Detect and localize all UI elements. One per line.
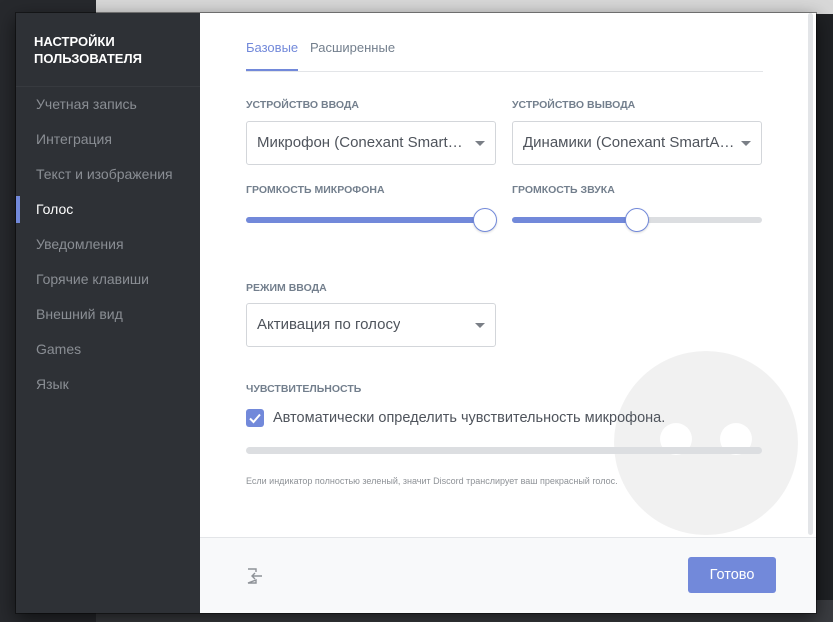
active-tab-indicator [246, 69, 298, 71]
sidebar-item-label: Текст и изображения [36, 166, 173, 182]
sound-volume-label: Громкость звука [512, 184, 615, 196]
auto-sensitivity-checkbox[interactable] [246, 409, 264, 427]
input-mode-value: Активация по голосу [257, 316, 401, 333]
logout-icon[interactable] [246, 567, 264, 585]
discord-watermark-icon [614, 351, 798, 535]
sidebar-item-label: Язык [36, 376, 69, 392]
user-settings-modal: Настройки пользователя Учетная запись Ин… [16, 13, 816, 613]
chevron-down-icon [475, 141, 485, 146]
chevron-down-icon [475, 323, 485, 328]
sidebar-item-label: Голос [36, 201, 74, 217]
sidebar-item-label: Учетная запись [36, 96, 137, 112]
mic-volume-slider[interactable] [246, 208, 497, 232]
sidebar-item-connections[interactable]: Интеграция [16, 122, 200, 157]
mic-volume-fill [246, 217, 485, 223]
tab-advanced[interactable]: Расширенные [310, 40, 395, 55]
tab-basic[interactable]: Базовые [246, 40, 298, 55]
sound-volume-slider[interactable] [512, 208, 762, 232]
sidebar-title: Настройки пользователя [34, 34, 142, 66]
sound-volume-handle[interactable] [625, 208, 649, 232]
settings-content: Базовые Расширенные Устройство ввода Мик… [200, 13, 816, 613]
voice-tabs: Базовые Расширенные [246, 13, 763, 72]
voice-activity-meter [246, 447, 762, 454]
scrollbar[interactable] [808, 13, 813, 535]
background-app-header [96, 0, 833, 14]
chevron-down-icon [741, 141, 751, 146]
settings-footer: Готово [200, 537, 816, 613]
sidebar-item-label: Games [36, 341, 82, 357]
output-device-select[interactable]: Динамики (Conexant SmartA… [512, 121, 762, 165]
sidebar-item-appearance[interactable]: Внешний вид [16, 297, 200, 332]
sidebar-item-label: Уведомления [36, 236, 124, 252]
sidebar-item-text-images[interactable]: Текст и изображения [16, 157, 200, 192]
checkmark-icon [249, 413, 261, 424]
input-device-value: Микрофон (Conexant Smart… [257, 134, 463, 151]
input-mode-label: Режим ввода [246, 282, 327, 294]
input-device-select[interactable]: Микрофон (Conexant Smart… [246, 121, 496, 165]
auto-sensitivity-label: Автоматически определить чувствительност… [273, 410, 666, 426]
sensitivity-hint: Если индикатор полностью зеленый, значит… [246, 476, 618, 486]
output-device-label: Устройство вывода [512, 99, 636, 111]
sensitivity-label: Чувствительность [246, 383, 362, 395]
sidebar-item-account[interactable]: Учетная запись [16, 87, 200, 122]
sidebar-item-label: Интеграция [36, 131, 112, 147]
sidebar-item-keybinds[interactable]: Горячие клавиши [16, 262, 200, 297]
sidebar-item-notifications[interactable]: Уведомления [16, 227, 200, 262]
sidebar-item-language[interactable]: Язык [16, 367, 200, 402]
sidebar-nav: Учетная запись Интеграция Текст и изобра… [16, 86, 200, 402]
sound-volume-fill [512, 217, 637, 223]
sidebar-item-label: Горячие клавиши [36, 271, 149, 287]
settings-sidebar: Настройки пользователя Учетная запись Ин… [16, 13, 200, 613]
done-button[interactable]: Готово [688, 557, 776, 593]
sidebar-item-label: Внешний вид [36, 306, 123, 322]
sidebar-item-games[interactable]: Games [16, 332, 200, 367]
mic-volume-label: Громкость микрофона [246, 184, 385, 196]
sidebar-item-voice[interactable]: Голос [16, 192, 200, 227]
input-mode-select[interactable]: Активация по голосу [246, 303, 496, 347]
input-device-label: Устройство ввода [246, 99, 359, 111]
output-device-value: Динамики (Conexant SmartA… [523, 134, 735, 151]
mic-volume-handle[interactable] [473, 208, 497, 232]
